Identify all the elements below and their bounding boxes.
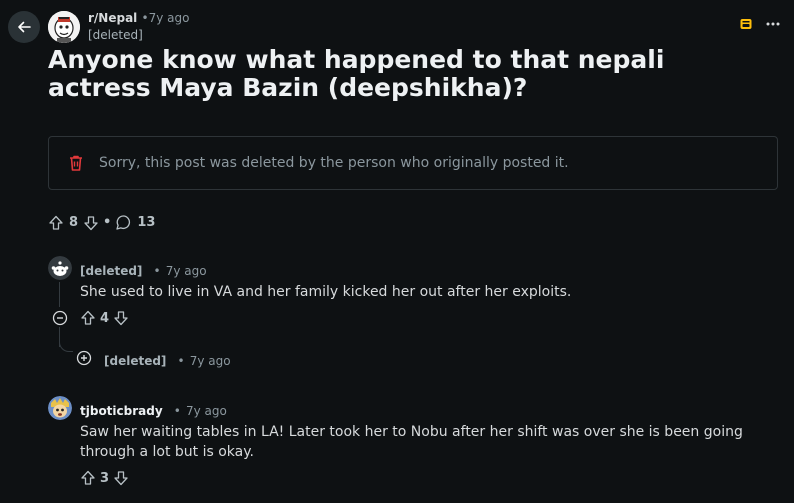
collapsed-reply-header[interactable]: [deleted] • 7y ago <box>104 350 231 369</box>
deleted-post-notice: Sorry, this post was deleted by the pers… <box>48 136 778 190</box>
subreddit-avatar-art <box>48 11 80 43</box>
reply-author[interactable]: [deleted] <box>104 354 166 368</box>
post-meta: r/Nepal •7y ago <box>88 11 189 25</box>
post-author: [deleted] <box>88 28 143 42</box>
save-box-icon[interactable] <box>740 18 752 30</box>
collapse-minus-icon[interactable] <box>52 310 68 326</box>
downvote-icon[interactable] <box>83 215 99 231</box>
back-arrow-icon <box>18 21 31 33</box>
upvote-icon[interactable] <box>48 215 64 231</box>
comment-time: 7y ago <box>185 404 227 418</box>
post-vote-count: 8 <box>69 215 79 230</box>
post-toolbar <box>740 18 780 30</box>
post-actions: 8 • 13 <box>48 214 155 231</box>
upvote-icon[interactable] <box>80 470 96 486</box>
upvote-icon[interactable] <box>80 310 96 326</box>
expand-plus-icon[interactable] <box>76 350 92 366</box>
comment-actions: 4 <box>80 310 129 326</box>
separator-dot: • <box>177 354 185 368</box>
actions-separator: • <box>103 215 112 230</box>
comment-count: 13 <box>137 215 156 230</box>
subreddit-avatar[interactable] <box>48 11 80 43</box>
comment-author[interactable]: [deleted] <box>80 264 142 278</box>
comment-header: tjboticbrady • 7y ago <box>80 400 227 419</box>
deleted-notice-text: Sorry, this post was deleted by the pers… <box>99 155 569 171</box>
back-button[interactable] <box>8 11 40 43</box>
comment-avatar[interactable] <box>48 256 72 280</box>
comment-time: 7y ago <box>165 264 207 278</box>
comment-body: Saw her waiting tables in LA! Later took… <box>80 424 743 460</box>
comment-avatar[interactable] <box>48 396 72 420</box>
more-options-icon[interactable] <box>766 22 780 26</box>
thread-line <box>59 282 60 307</box>
comment-header: [deleted] • 7y ago <box>80 260 207 279</box>
comment-actions: 3 <box>80 470 129 486</box>
comment-body: She used to live in VA and her family ki… <box>80 284 572 300</box>
thread-branch <box>59 334 73 352</box>
comment-vote-count: 3 <box>100 470 110 486</box>
trash-icon <box>67 154 85 172</box>
separator-dot: • <box>153 264 161 278</box>
reply-time: 7y ago <box>189 354 231 368</box>
separator-dot: • <box>173 404 181 418</box>
post-time: 7y ago <box>148 11 190 25</box>
comment-author[interactable]: tjboticbrady <box>80 404 163 418</box>
comment-bubble-icon[interactable] <box>115 214 132 231</box>
downvote-icon[interactable] <box>113 310 129 326</box>
subreddit-name[interactable]: r/Nepal <box>88 11 137 25</box>
separator-dot: • <box>141 11 149 25</box>
post-title: Anyone know what happened to that nepali… <box>48 45 665 102</box>
downvote-icon[interactable] <box>113 470 129 486</box>
comment-vote-count: 4 <box>100 310 110 326</box>
